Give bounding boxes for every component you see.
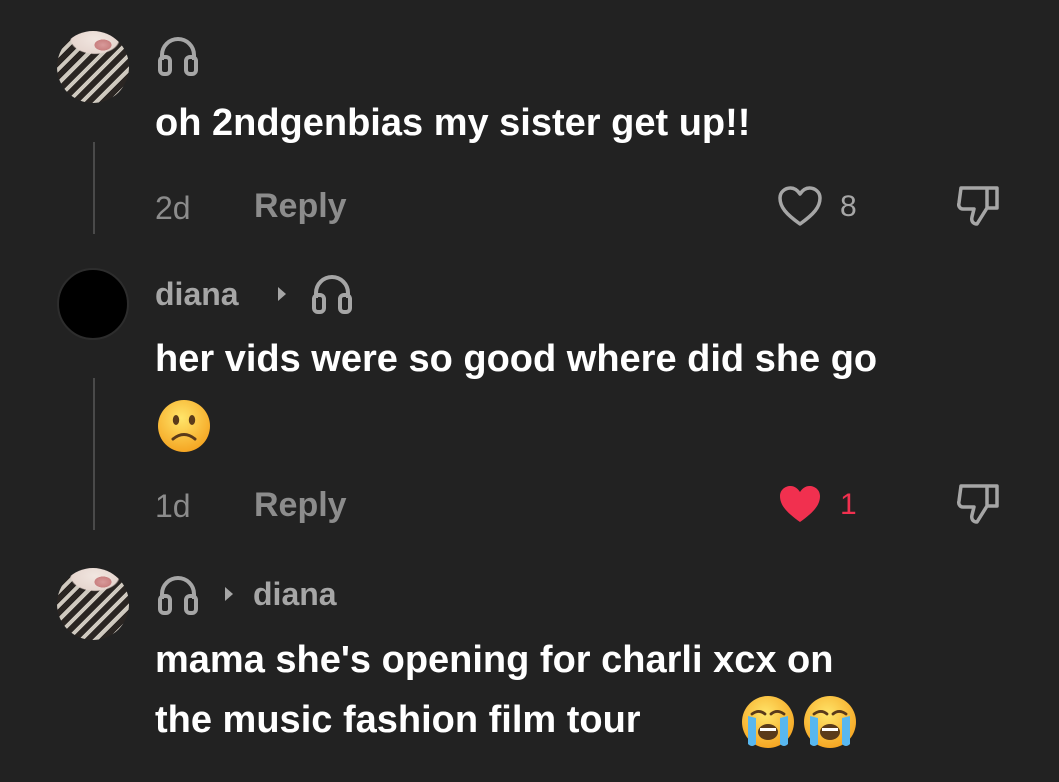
reply-button[interactable]: Reply (254, 488, 347, 522)
slightly-frowning-face-emoji (158, 400, 210, 452)
headphones-icon (158, 576, 198, 615)
avatar[interactable] (57, 568, 129, 640)
like-count: 8 (840, 190, 857, 223)
headphones-icon (158, 37, 198, 76)
comment-timestamp: 2d (155, 190, 191, 226)
comment-text: oh 2ndgenbias my sister get up!! (155, 102, 751, 144)
heart-icon[interactable] (776, 184, 824, 228)
reply-arrow-icon (278, 287, 286, 301)
loudly-crying-face-emoji (804, 696, 856, 748)
comment-text-line-1: mama she's opening for charli xcx on (155, 639, 834, 681)
headphones-icon (312, 275, 352, 314)
reply-button[interactable]: Reply (254, 189, 347, 223)
thread-line (93, 378, 95, 530)
reply-to-author[interactable]: diana (253, 578, 337, 610)
avatar[interactable] (57, 268, 129, 340)
like-count: 1 (840, 488, 857, 521)
reply-arrow-icon (225, 587, 233, 601)
comment-text-line-2: the music fashion film tour (155, 699, 641, 741)
comment-text: her vids were so good where did she go (155, 338, 878, 380)
avatar[interactable] (57, 31, 129, 103)
thumbs-down-icon[interactable] (953, 182, 1005, 230)
thumbs-down-icon[interactable] (953, 480, 1005, 528)
comment-author[interactable]: diana (155, 278, 239, 310)
thread-line (93, 142, 95, 234)
loudly-crying-face-emoji (742, 696, 794, 748)
comment-timestamp: 1d (155, 488, 191, 524)
heart-filled-icon[interactable] (776, 482, 824, 526)
